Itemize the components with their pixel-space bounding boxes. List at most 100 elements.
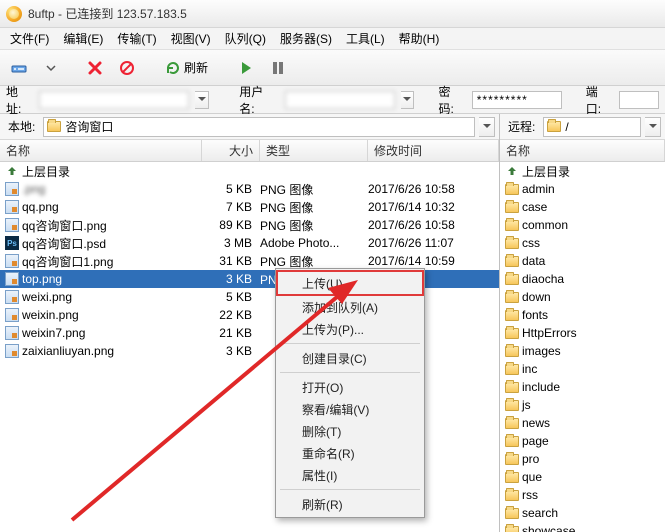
folder-row[interactable]: images [500, 342, 665, 360]
image-file-icon [5, 326, 19, 340]
refresh-button[interactable]: 刷新 [158, 55, 215, 80]
context-menu-item[interactable]: 属性(I) [276, 464, 424, 486]
folder-icon [505, 418, 519, 429]
context-menu-item[interactable]: 打开(O) [276, 376, 424, 398]
folder-row[interactable]: fonts [500, 306, 665, 324]
local-path-text: 咨询窗口 [65, 118, 113, 135]
folder-icon [505, 382, 519, 393]
folder-row[interactable]: down [500, 288, 665, 306]
folder-icon [505, 256, 519, 267]
remote-path-bar: 远程: / [500, 114, 665, 140]
port-input[interactable] [619, 91, 659, 109]
menu-item[interactable]: 队列(Q) [219, 28, 272, 49]
folder-name: showcase [520, 524, 661, 532]
folder-row[interactable]: css [500, 234, 665, 252]
cancel-button[interactable] [114, 55, 140, 81]
folder-row[interactable]: common [500, 216, 665, 234]
remote-path-input[interactable]: / [543, 117, 641, 137]
remote-column-headers: 名称 [500, 140, 665, 162]
file-row[interactable]: qq咨询窗口.png89 KBPNG 图像2017/6/26 10:58 [0, 216, 499, 234]
file-date: 2017/6/26 10:58 [368, 182, 495, 196]
folder-icon [47, 121, 61, 132]
folder-name: pro [520, 452, 661, 466]
address-dropdown[interactable] [195, 91, 209, 109]
col-name[interactable]: 名称 [0, 140, 202, 161]
pause-button[interactable] [265, 55, 291, 81]
image-file-icon [5, 344, 19, 358]
folder-name: inc [520, 362, 661, 376]
folder-row[interactable]: search [500, 504, 665, 522]
folder-row[interactable]: case [500, 198, 665, 216]
remote-path-dropdown[interactable] [645, 117, 661, 137]
username-dropdown[interactable] [401, 91, 415, 109]
col-date[interactable]: 修改时间 [368, 140, 499, 161]
context-menu-item[interactable]: 添加到队列(A) [276, 296, 424, 318]
folder-row[interactable]: HttpErrors [500, 324, 665, 342]
context-menu-item[interactable]: 删除(T) [276, 420, 424, 442]
file-name: top.png [20, 272, 202, 286]
remote-file-list[interactable]: 上层目录admincasecommon css datadiaochadownfon… [500, 162, 665, 532]
file-date: 2017/6/14 10:32 [368, 200, 495, 214]
local-column-headers: 名称 大小 类型 修改时间 [0, 140, 499, 162]
folder-row[interactable]: page [500, 432, 665, 450]
folder-row[interactable]: data [500, 252, 665, 270]
menu-item[interactable]: 编辑(E) [57, 28, 109, 49]
address-input[interactable] [39, 91, 189, 109]
menu-item[interactable]: 传输(T) [111, 28, 162, 49]
folder-row[interactable]: showcase [500, 522, 665, 532]
file-name: qq咨询窗口.png [20, 217, 202, 234]
context-menu-item[interactable]: 刷新(R) [276, 493, 424, 515]
col-name-remote[interactable]: 名称 [500, 140, 665, 161]
menu-item[interactable]: 服务器(S) [274, 28, 338, 49]
remote-label: 远程: [504, 116, 539, 137]
play-button[interactable] [233, 55, 259, 81]
context-menu-item[interactable]: 上传(U) [276, 270, 424, 296]
menu-item[interactable]: 帮助(H) [393, 28, 446, 49]
menu-item[interactable]: 视图(V) [165, 28, 217, 49]
folder-icon [505, 526, 519, 532]
context-menu-item[interactable]: 上传为(P)... [276, 318, 424, 340]
image-file-icon [5, 290, 19, 304]
folder-icon [505, 364, 519, 375]
col-type[interactable]: 类型 [260, 140, 368, 161]
file-name: zaixianliuyan.png [20, 344, 202, 358]
connect-dropdown[interactable] [38, 55, 64, 81]
file-row[interactable]: qq.png7 KBPNG 图像2017/6/14 10:32 [0, 198, 499, 216]
folder-icon [505, 346, 519, 357]
folder-row[interactable]: pro [500, 450, 665, 468]
image-file-icon [5, 308, 19, 322]
col-size[interactable]: 大小 [202, 140, 260, 161]
file-row[interactable]: .png5 KBPNG 图像2017/6/26 10:58 [0, 180, 499, 198]
context-menu-item[interactable]: 察看/编辑(V) [276, 398, 424, 420]
local-path-input[interactable]: 咨询窗口 [43, 117, 475, 137]
context-menu-item[interactable]: 重命名(R) [276, 442, 424, 464]
connect-button[interactable] [6, 55, 32, 81]
file-name: qq咨询窗口.psd [20, 235, 202, 252]
file-name: qq咨询窗口1.png [20, 253, 202, 270]
password-input[interactable] [472, 91, 562, 109]
folder-row[interactable]: inc [500, 360, 665, 378]
folder-row[interactable]: news [500, 414, 665, 432]
folder-row[interactable]: js [500, 396, 665, 414]
parent-dir-row[interactable]: 上层目录 [500, 162, 665, 180]
folder-row[interactable]: diaocha [500, 270, 665, 288]
folder-row[interactable]: que [500, 468, 665, 486]
username-input[interactable] [285, 91, 395, 109]
local-path-dropdown[interactable] [479, 117, 495, 137]
file-name: .png [20, 182, 202, 196]
menu-item[interactable]: 工具(L) [340, 28, 391, 49]
folder-name: css [520, 236, 661, 250]
file-row[interactable]: Psqq咨询窗口.psd3 MBAdobe Photo...2017/6/26 … [0, 234, 499, 252]
folder-row[interactable]: rss [500, 486, 665, 504]
folder-icon [505, 292, 519, 303]
folder-row[interactable]: include [500, 378, 665, 396]
folder-icon [505, 202, 519, 213]
file-size: 7 KB [202, 200, 260, 214]
parent-dir-row[interactable]: 上层目录 [0, 162, 499, 180]
disconnect-button[interactable] [82, 55, 108, 81]
menu-item[interactable]: 文件(F) [4, 28, 55, 49]
context-menu-item[interactable]: 创建目录(C) [276, 347, 424, 369]
file-date: 2017/6/26 11:07 [368, 236, 495, 250]
file-size: 22 KB [202, 308, 260, 322]
folder-row[interactable]: admin [500, 180, 665, 198]
